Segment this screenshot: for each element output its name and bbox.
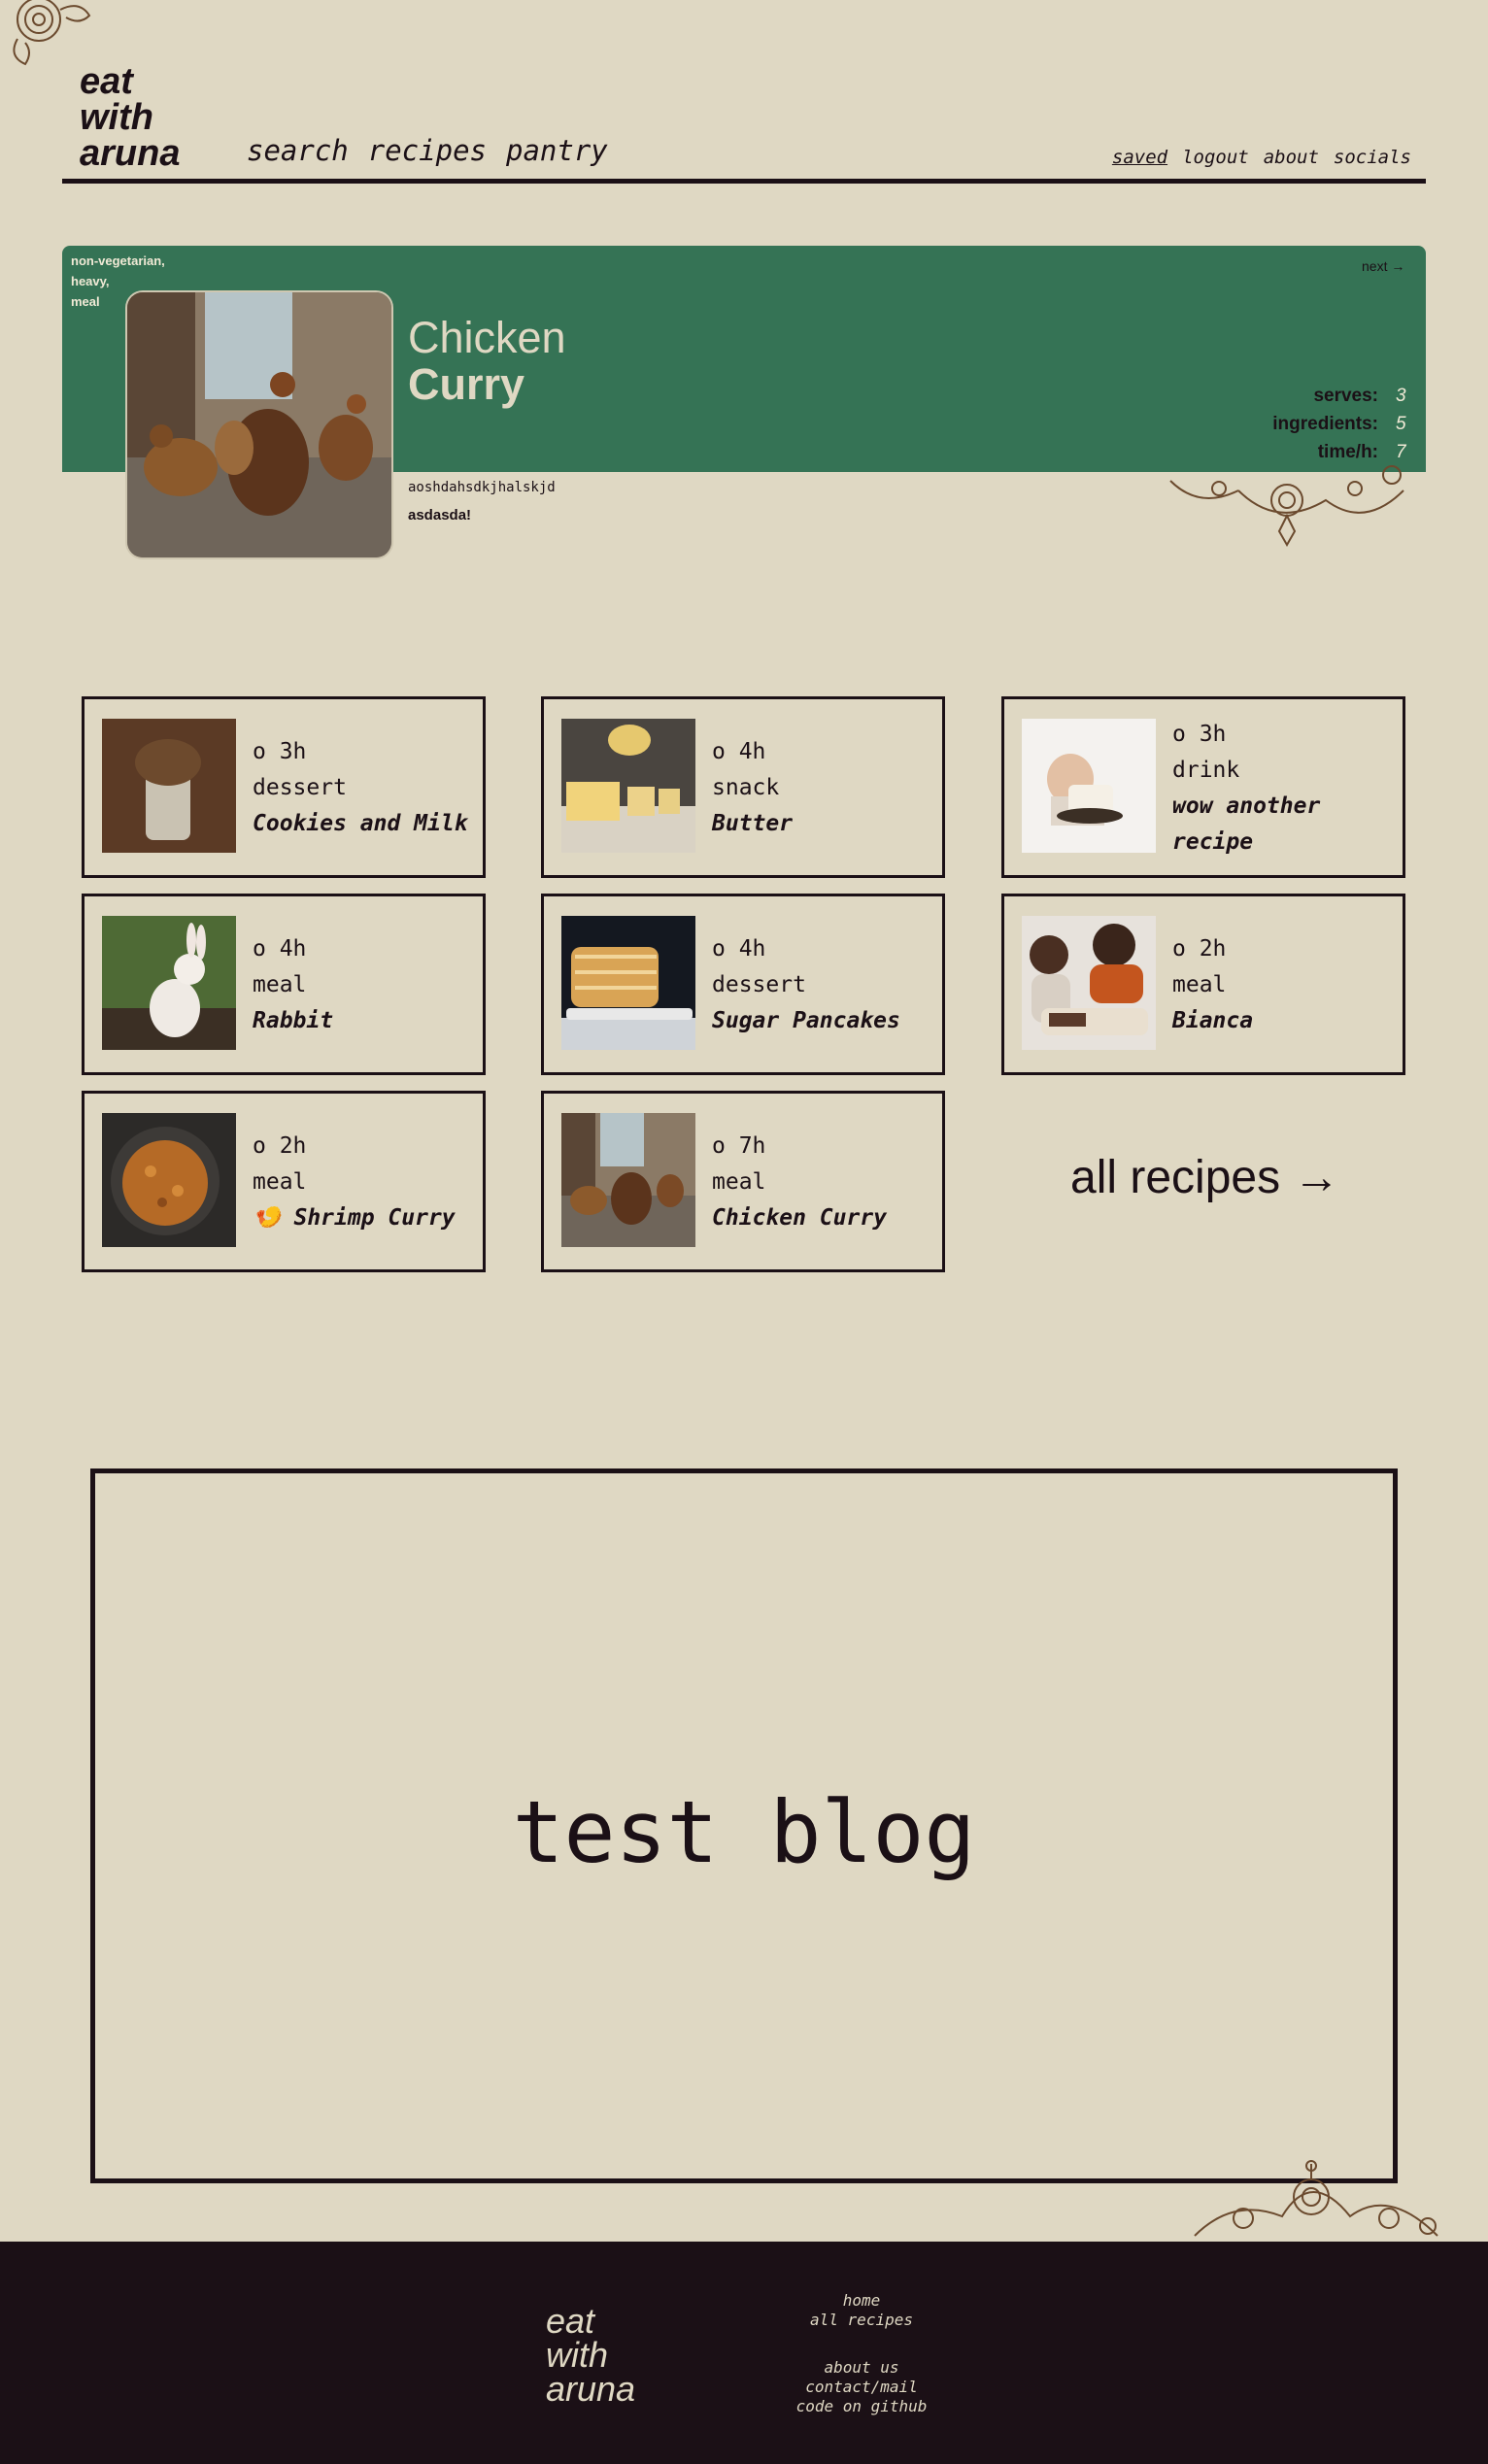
featured-description: aoshdahsdkjhalskjd — [408, 480, 556, 495]
nav-logout[interactable]: logout — [1182, 147, 1249, 168]
recipe-card[interactable]: o 7h meal Chicken Curry — [541, 1091, 945, 1272]
chickens-photo — [127, 292, 391, 557]
recipe-info: o 7h meal Chicken Curry — [712, 1129, 887, 1236]
featured-title-line2: Curry — [408, 359, 525, 409]
recipe-type: dessert — [253, 775, 347, 800]
recipe-type: meal — [1172, 972, 1227, 997]
recipe-card[interactable]: o 3h dessert Cookies and Milk — [82, 696, 486, 878]
recipe-info: o 2h meal Bianca — [1172, 931, 1253, 1039]
nav-search[interactable]: search — [247, 134, 349, 167]
recipe-info: o 4h snack Butter — [712, 734, 793, 842]
next-recipe-link[interactable]: next → — [1362, 258, 1404, 274]
recipe-type: meal — [712, 1169, 766, 1195]
recipe-type: drink — [1172, 758, 1240, 783]
site-logo[interactable]: eat with aruna — [80, 61, 181, 174]
recipe-name: Butter — [712, 811, 794, 836]
henna-ornament-icon — [1194, 2160, 1438, 2237]
recipe-info: o 3h drink wow another recipe — [1172, 717, 1320, 861]
nav-socials[interactable]: socials — [1334, 147, 1411, 168]
footer-link-about[interactable]: about us — [764, 2358, 959, 2378]
blog-title: test blog — [512, 1782, 976, 1882]
logo-line: eat — [80, 61, 133, 102]
logo-line: with — [80, 97, 153, 138]
featured-recipe-image[interactable] — [125, 290, 393, 559]
stat-ingredients: ingredients: 5 — [1272, 410, 1409, 438]
logo-line: eat — [546, 2301, 595, 2341]
recipe-info: o 2h meal 🍤 Shrimp Curry — [253, 1129, 456, 1236]
recipe-name: Rabbit — [253, 1008, 334, 1033]
footer-link-contact[interactable]: contact/mail — [764, 2378, 959, 2397]
main-nav: search recipes pantry — [247, 134, 608, 167]
recipe-time: o 4h — [712, 739, 766, 764]
nav-pantry[interactable]: pantry — [506, 134, 608, 167]
stat-value: 5 — [1396, 414, 1406, 434]
nav-saved[interactable]: saved — [1112, 147, 1167, 168]
recipe-thumbnail — [561, 719, 695, 853]
sub-nav: saved logout about socials — [1112, 147, 1411, 168]
logo-line: aruna — [546, 2369, 636, 2409]
recipe-time: o 2h — [1172, 936, 1227, 962]
recipe-name: Chicken Curry — [712, 1205, 888, 1231]
recipe-name: Cookies and Milk — [253, 811, 468, 836]
recipe-thumbnail — [102, 916, 236, 1050]
stat-value: 3 — [1396, 386, 1406, 406]
recipe-thumbnail — [561, 916, 695, 1050]
footer-link-github[interactable]: code on github — [764, 2397, 959, 2416]
stat-serves: serves: 3 — [1272, 382, 1409, 410]
recipe-time: o 2h — [253, 1133, 307, 1159]
recipe-name: 🍤 Shrimp Curry — [253, 1205, 456, 1231]
recipe-name: wow another recipe — [1172, 793, 1321, 855]
recipe-thumbnail — [1022, 719, 1156, 853]
recipe-type: dessert — [712, 972, 806, 997]
recipe-card[interactable]: o 4h meal Rabbit — [82, 894, 486, 1075]
all-recipes-link[interactable]: all recipes → — [1070, 1151, 1339, 1204]
featured-note: asdasda! — [408, 507, 472, 523]
recipe-card[interactable]: o 2h meal Bianca — [1001, 894, 1405, 1075]
footer — [0, 2242, 1488, 2464]
footer-links-secondary: about us contact/mail code on github — [764, 2358, 959, 2416]
recipe-thumbnail — [561, 1113, 695, 1247]
recipe-time: o 7h — [712, 1133, 766, 1159]
blog-card[interactable]: test blog — [90, 1468, 1398, 2183]
recipe-name: Sugar Pancakes — [712, 1008, 900, 1033]
recipe-info: o 3h dessert Cookies and Milk — [253, 734, 468, 842]
featured-stats: serves: 3 ingredients: 5 time/h: 7 — [1272, 382, 1409, 466]
recipe-thumbnail — [102, 1113, 236, 1247]
footer-logo[interactable]: eat with aruna — [546, 2301, 636, 2409]
tag: heavy, — [71, 274, 110, 288]
footer-link-all-recipes[interactable]: all recipes — [764, 2311, 959, 2330]
nav-about[interactable]: about — [1264, 147, 1319, 168]
recipe-type: snack — [712, 775, 780, 800]
recipe-time: o 3h — [1172, 722, 1227, 747]
stat-label: ingredients: — [1272, 414, 1378, 434]
recipe-thumbnail — [102, 719, 236, 853]
header-divider — [62, 179, 1426, 184]
recipe-info: o 4h meal Rabbit — [253, 931, 333, 1039]
henna-ornament-icon — [13, 0, 91, 66]
henna-ornament-icon — [1169, 465, 1404, 548]
featured-title-line1: Chicken — [408, 313, 566, 362]
recipe-card[interactable]: o 2h meal 🍤 Shrimp Curry — [82, 1091, 486, 1272]
recipe-time: o 4h — [253, 936, 307, 962]
recipe-type: meal — [253, 1169, 307, 1195]
recipe-time: o 3h — [253, 739, 307, 764]
tag: non-vegetarian, — [71, 253, 165, 268]
recipe-name: Bianca — [1172, 1008, 1254, 1033]
recipe-info: o 4h dessert Sugar Pancakes — [712, 931, 900, 1039]
recipe-type: meal — [253, 972, 307, 997]
recipe-thumbnail — [1022, 916, 1156, 1050]
recipe-card[interactable]: o 4h snack Butter — [541, 696, 945, 878]
nav-recipes[interactable]: recipes — [368, 134, 487, 167]
footer-links-primary: home all recipes — [764, 2291, 959, 2330]
recipe-card[interactable]: o 4h dessert Sugar Pancakes — [541, 894, 945, 1075]
stat-label: serves: — [1313, 386, 1378, 406]
logo-line: with — [546, 2335, 609, 2375]
recipe-time: o 4h — [712, 936, 766, 962]
logo-line: aruna — [80, 133, 181, 174]
footer-link-home[interactable]: home — [764, 2291, 959, 2311]
recipe-card[interactable]: o 3h drink wow another recipe — [1001, 696, 1405, 878]
